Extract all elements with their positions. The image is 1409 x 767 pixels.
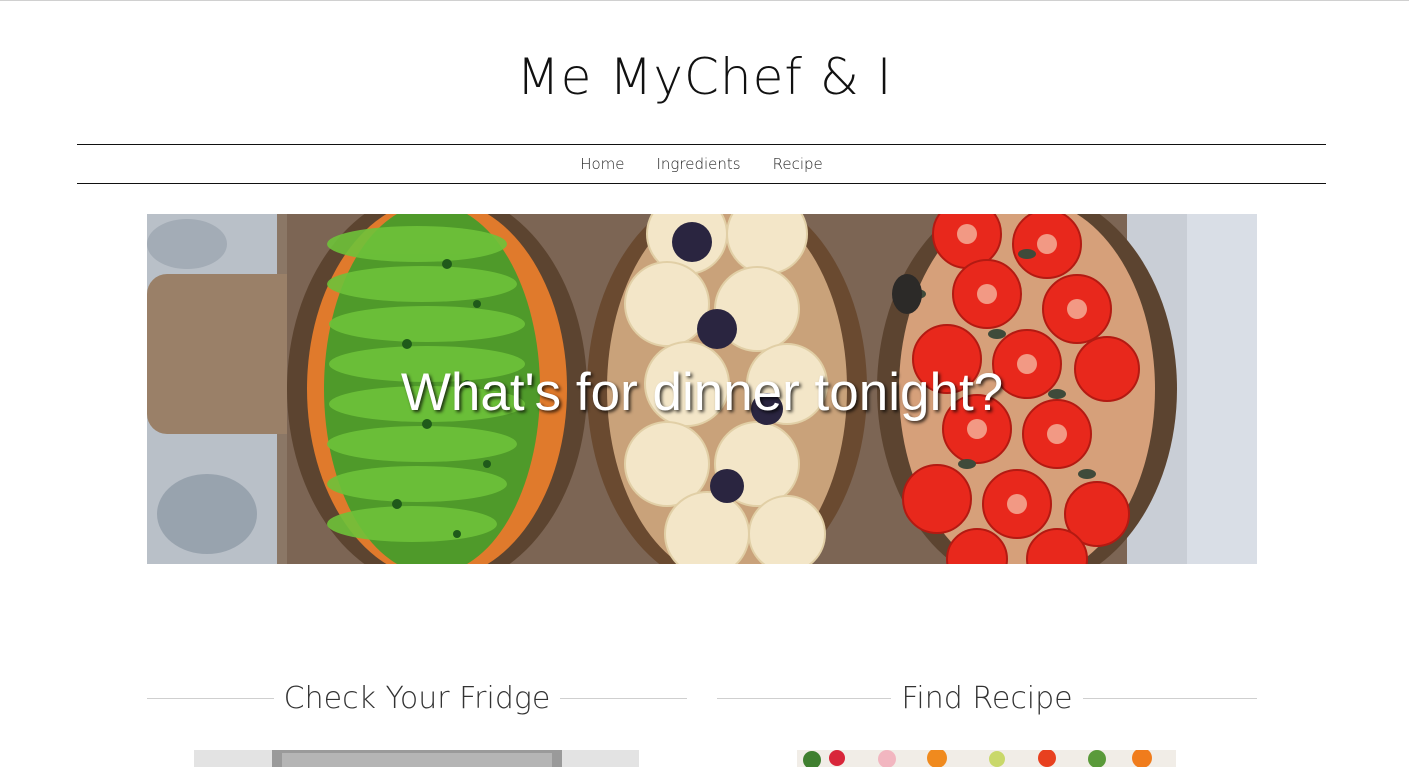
recipe-card-image[interactable]	[797, 750, 1176, 767]
section-title-fridge: Check Your Fridge	[283, 680, 551, 716]
hero-headline: What's for dinner tonight?	[400, 362, 1004, 422]
section-heading-recipe: Find Recipe	[717, 676, 1258, 720]
section-heading-fridge: Check Your Fridge	[147, 676, 687, 720]
nav-item-home[interactable]: Home	[580, 155, 624, 173]
nav-item-recipe[interactable]: Recipe	[773, 155, 823, 173]
heading-rule-right	[1082, 697, 1258, 699]
main-nav: Home Ingredients Recipe	[77, 144, 1326, 184]
heading-rule-right	[560, 697, 687, 699]
nav-item-ingredients[interactable]: Ingredients	[657, 155, 741, 173]
site-title[interactable]: Me MyChef & I	[0, 42, 1409, 112]
vegetables-image	[797, 750, 1176, 767]
heading-rule-left	[147, 697, 274, 699]
fridge-image	[194, 750, 639, 767]
top-border	[0, 0, 1409, 1]
hero-banner: What's for dinner tonight?	[147, 214, 1257, 564]
section-title-recipe: Find Recipe	[901, 680, 1073, 716]
heading-rule-left	[717, 697, 892, 699]
fridge-card-image[interactable]	[194, 750, 639, 767]
